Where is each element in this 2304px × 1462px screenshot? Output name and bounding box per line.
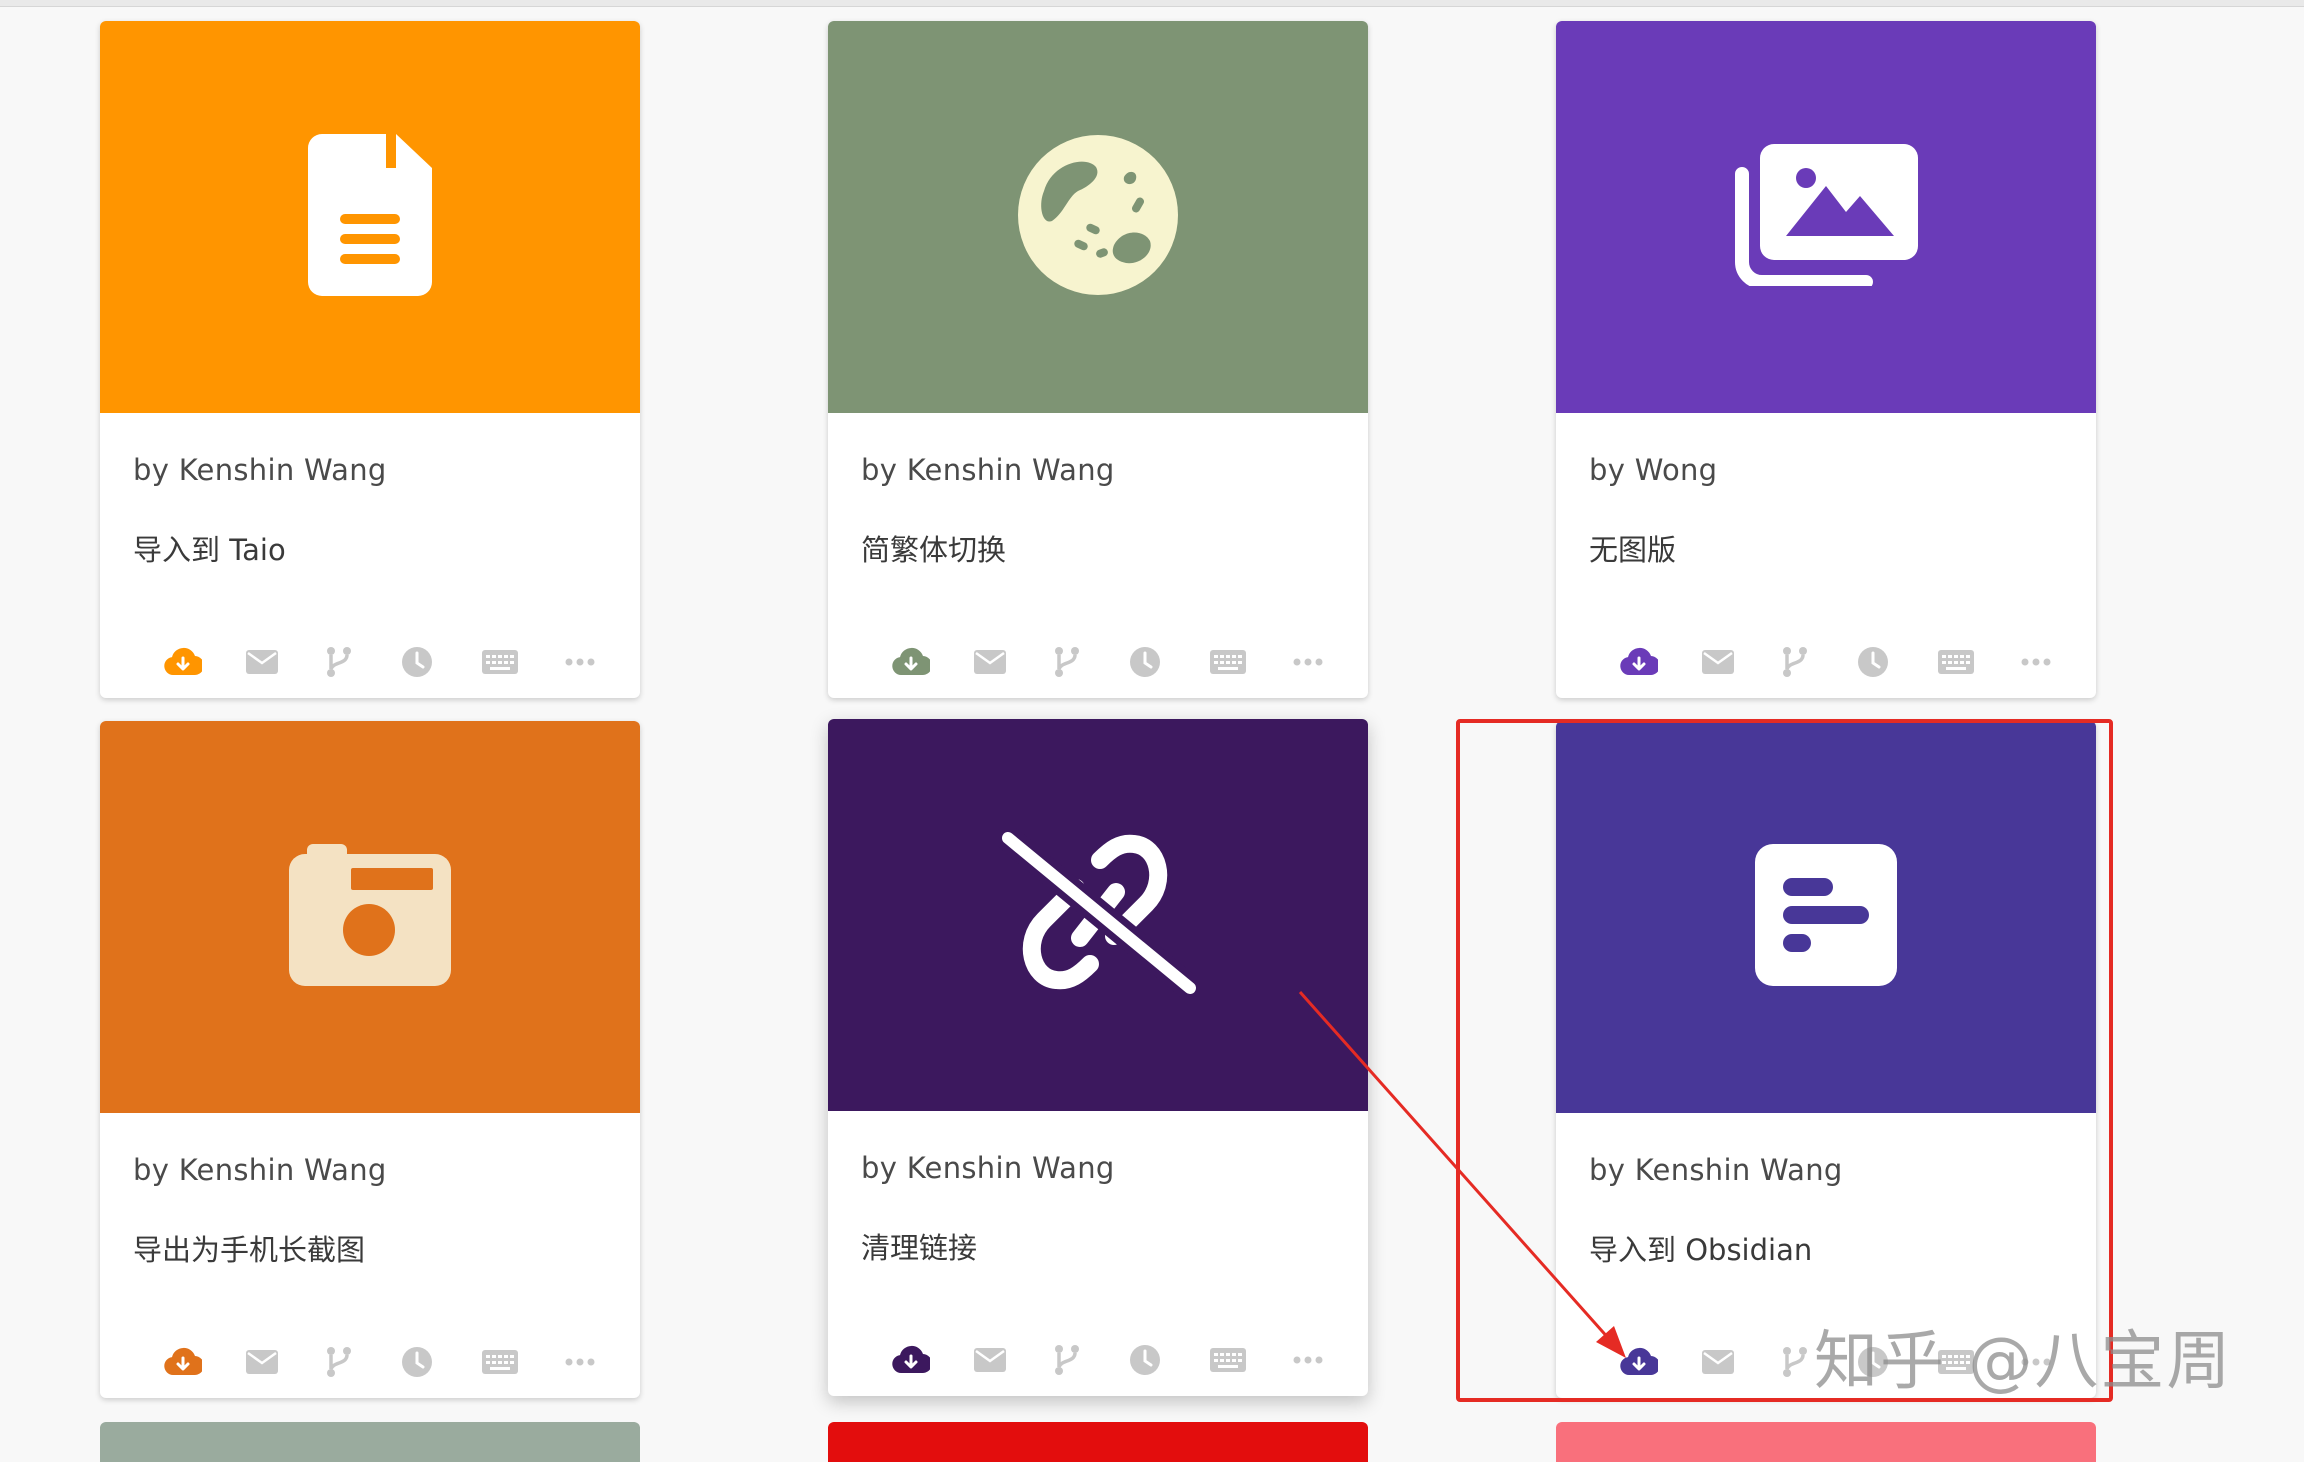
card-title: 导入到 Obsidian xyxy=(1589,1233,1813,1267)
keyboard-icon[interactable] xyxy=(480,644,520,680)
card-actions xyxy=(100,644,640,680)
unlink-icon xyxy=(995,825,1203,1002)
document-icon xyxy=(308,134,432,300)
card-actions xyxy=(1556,644,2096,680)
clock-icon[interactable] xyxy=(1853,644,1893,680)
shortcut-card-partial[interactable] xyxy=(1556,1422,2096,1462)
install-icon[interactable] xyxy=(163,1344,203,1380)
card-title: 简繁体切换 xyxy=(861,533,1007,567)
shortcut-card-partial[interactable] xyxy=(100,1422,640,1462)
card-actions xyxy=(828,1342,1368,1378)
top-border xyxy=(0,0,2304,7)
branch-icon[interactable] xyxy=(1047,644,1087,680)
card-title: 导入到 Taio xyxy=(133,533,286,567)
clock-icon[interactable] xyxy=(1125,644,1165,680)
mail-icon[interactable] xyxy=(970,644,1010,680)
keyboard-icon[interactable] xyxy=(480,1344,520,1380)
card-author: by Kenshin Wang xyxy=(1589,1153,1843,1187)
more-icon[interactable] xyxy=(1288,1342,1328,1378)
card-author: by Kenshin Wang xyxy=(133,453,387,487)
photo-gallery-icon xyxy=(1734,144,1918,290)
shortcut-card-clean-links[interactable]: by Kenshin Wang 清理链接 xyxy=(828,719,1368,1396)
branch-icon[interactable] xyxy=(319,644,359,680)
shortcut-card-partial[interactable] xyxy=(828,1422,1368,1462)
card-title: 无图版 xyxy=(1589,533,1677,567)
text-block-icon xyxy=(1755,844,1897,990)
install-icon[interactable] xyxy=(1619,1344,1659,1380)
clock-icon[interactable] xyxy=(1125,1342,1165,1378)
shortcut-card-long-screenshot[interactable]: by Kenshin Wang 导出为手机长截图 xyxy=(100,721,640,1398)
clock-icon[interactable] xyxy=(1853,1344,1893,1380)
camera-icon xyxy=(289,844,451,990)
card-author: by Kenshin Wang xyxy=(861,453,1115,487)
mail-icon[interactable] xyxy=(1698,1344,1738,1380)
branch-icon[interactable] xyxy=(1775,1344,1815,1380)
mail-icon[interactable] xyxy=(242,644,282,680)
globe-icon xyxy=(1016,133,1180,301)
card-author: by Wong xyxy=(1589,453,1718,487)
shortcut-card-simplified-traditional[interactable]: by Kenshin Wang 简繁体切换 xyxy=(828,21,1368,698)
card-author: by Kenshin Wang xyxy=(133,1153,387,1187)
more-icon[interactable] xyxy=(560,1344,600,1380)
card-actions xyxy=(100,1344,640,1380)
card-actions xyxy=(828,644,1368,680)
clock-icon[interactable] xyxy=(397,644,437,680)
keyboard-icon[interactable] xyxy=(1936,1344,1976,1380)
mail-icon[interactable] xyxy=(242,1344,282,1380)
branch-icon[interactable] xyxy=(319,1344,359,1380)
card-title: 清理链接 xyxy=(861,1231,978,1265)
mail-icon[interactable] xyxy=(970,1342,1010,1378)
shortcut-card-taio[interactable]: by Kenshin Wang 导入到 Taio xyxy=(100,21,640,698)
mail-icon[interactable] xyxy=(1698,644,1738,680)
more-icon[interactable] xyxy=(1288,644,1328,680)
keyboard-icon[interactable] xyxy=(1208,1342,1248,1378)
branch-icon[interactable] xyxy=(1047,1342,1087,1378)
card-banner xyxy=(1556,721,2096,1113)
more-icon[interactable] xyxy=(2016,1344,2056,1380)
branch-icon[interactable] xyxy=(1775,644,1815,680)
card-banner xyxy=(1556,21,2096,413)
install-icon[interactable] xyxy=(163,644,203,680)
shortcut-card-obsidian[interactable]: by Kenshin Wang 导入到 Obsidian xyxy=(1556,721,2096,1398)
clock-icon[interactable] xyxy=(397,1344,437,1380)
more-icon[interactable] xyxy=(560,644,600,680)
install-icon[interactable] xyxy=(891,644,931,680)
shortcut-card-no-images[interactable]: by Wong 无图版 xyxy=(1556,21,2096,698)
card-author: by Kenshin Wang xyxy=(861,1151,1115,1185)
card-title: 导出为手机长截图 xyxy=(133,1233,366,1267)
more-icon[interactable] xyxy=(2016,644,2056,680)
keyboard-icon[interactable] xyxy=(1208,644,1248,680)
card-banner xyxy=(828,21,1368,413)
card-banner xyxy=(100,721,640,1113)
install-icon[interactable] xyxy=(1619,644,1659,680)
keyboard-icon[interactable] xyxy=(1936,644,1976,680)
card-banner xyxy=(100,21,640,413)
card-banner xyxy=(828,719,1368,1111)
install-icon[interactable] xyxy=(891,1342,931,1378)
card-actions xyxy=(1556,1344,2096,1380)
